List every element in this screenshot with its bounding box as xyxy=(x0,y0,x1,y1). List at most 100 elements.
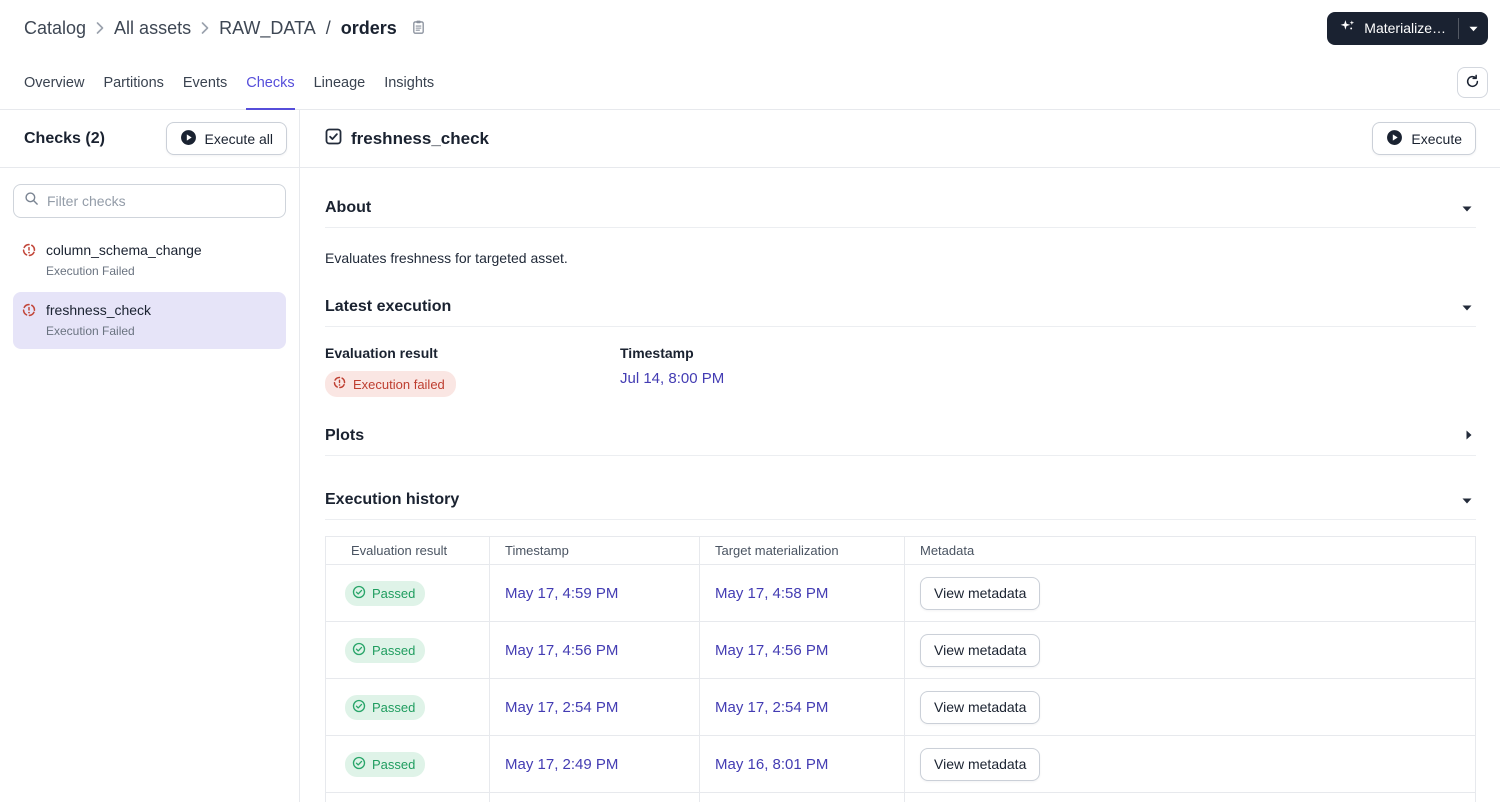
row-target-materialization-link[interactable]: May 17, 4:56 PM xyxy=(715,642,828,659)
sparkle-icon xyxy=(1339,18,1356,38)
about-title: About xyxy=(325,198,372,216)
check-name: column_schema_change xyxy=(46,242,202,258)
execute-all-label: Execute all xyxy=(204,130,273,147)
caret-down-icon xyxy=(1462,492,1472,507)
check-list-item-freshness-check[interactable]: freshness_check Execution Failed xyxy=(13,292,286,349)
execution-history-title: Execution history xyxy=(325,490,460,508)
row-timestamp-link[interactable]: May 17, 2:49 PM xyxy=(505,756,618,773)
execute-all-button[interactable]: Execute all xyxy=(165,122,287,155)
check-item-text: freshness_check Execution Failed xyxy=(46,302,151,338)
execution-failed-icon xyxy=(22,303,36,317)
view-metadata-button[interactable]: View metadata xyxy=(920,747,1041,781)
check-circle-icon xyxy=(352,642,366,659)
table-row: Passed May 17, 4:56 PM May 17, 4:56 PM V… xyxy=(325,621,1476,679)
breadcrumb-asset-group[interactable]: RAW_DATA xyxy=(219,18,316,39)
row-timestamp-link[interactable]: May 17, 4:59 PM xyxy=(505,585,618,602)
col-header-target-materialization: Target materialization xyxy=(699,536,905,565)
materialize-dropdown-button[interactable] xyxy=(1459,12,1488,45)
col-header-metadata: Metadata xyxy=(904,536,1476,565)
execution-failed-badge: Execution failed xyxy=(325,371,456,397)
filter-checks-field xyxy=(13,184,286,218)
execution-history-section-header: Execution history xyxy=(325,490,1476,520)
tab-overview[interactable]: Overview xyxy=(24,56,84,109)
copy-asset-name-button[interactable] xyxy=(411,19,426,38)
caret-down-icon xyxy=(1462,200,1472,215)
caret-right-icon xyxy=(1466,428,1472,443)
check-list: column_schema_change Execution Failed fr… xyxy=(0,228,299,356)
passed-badge-label: Passed xyxy=(372,585,416,601)
table-row: Passed May 17, 2:54 PM May 17, 2:54 PM V… xyxy=(325,678,1476,736)
passed-badge-label: Passed xyxy=(372,756,416,772)
view-metadata-button[interactable]: View metadata xyxy=(920,633,1041,667)
execution-failed-icon xyxy=(333,376,346,392)
evaluation-result-label: Evaluation result xyxy=(325,345,438,361)
row-target-materialization-link[interactable]: May 17, 4:58 PM xyxy=(715,585,828,602)
check-status: Execution Failed xyxy=(46,264,135,278)
materialize-button-label: Materialize… xyxy=(1364,20,1446,36)
passed-badge: Passed xyxy=(345,751,426,777)
evaluation-result-column: Evaluation result Execution failed xyxy=(325,345,620,397)
tab-partitions[interactable]: Partitions xyxy=(103,56,163,109)
plots-title: Plots xyxy=(325,426,365,444)
row-timestamp-link[interactable]: May 17, 4:56 PM xyxy=(505,642,618,659)
tab-checks[interactable]: Checks xyxy=(246,56,295,110)
about-collapse-button[interactable] xyxy=(1458,198,1476,217)
check-detail-header: freshness_check Execute xyxy=(300,110,1500,168)
row-timestamp-link[interactable]: May 17, 2:54 PM xyxy=(505,699,618,716)
table-header-row: Evaluation result Timestamp Target mater… xyxy=(325,536,1476,565)
latest-execution-section-header: Latest execution xyxy=(325,297,1476,327)
tab-lineage[interactable]: Lineage xyxy=(314,56,366,109)
check-title-row: freshness_check xyxy=(325,128,489,150)
table-row: Passed May 17, 2:49 PM May 16, 8:01 PM V… xyxy=(325,735,1476,793)
filter-wrap xyxy=(13,184,286,218)
execution-failed-icon xyxy=(22,243,36,257)
row-target-materialization-link[interactable]: May 17, 2:54 PM xyxy=(715,699,828,716)
col-header-evaluation-result: Evaluation result xyxy=(325,536,490,565)
latest-execution-timestamp-link[interactable]: Jul 14, 8:00 PM xyxy=(620,370,724,387)
breadcrumb-catalog[interactable]: Catalog xyxy=(24,18,86,39)
caret-down-icon xyxy=(1469,19,1478,37)
check-square-icon xyxy=(325,128,342,150)
passed-badge-label: Passed xyxy=(372,699,416,715)
view-metadata-button[interactable]: View metadata xyxy=(920,690,1041,724)
clipboard-icon xyxy=(411,19,426,38)
timestamp-column: Timestamp Jul 14, 8:00 PM xyxy=(620,345,724,397)
row-target-materialization-link[interactable]: May 16, 8:01 PM xyxy=(715,756,828,773)
view-metadata-button[interactable]: View metadata xyxy=(920,576,1041,610)
check-detail-title: freshness_check xyxy=(351,128,489,148)
breadcrumb: Catalog All assets RAW_DATA / orders xyxy=(24,18,426,39)
chevron-right-icon xyxy=(96,18,104,39)
breadcrumb-asset-name: orders xyxy=(340,17,397,38)
play-circle-icon xyxy=(180,129,197,149)
execute-button[interactable]: Execute xyxy=(1372,122,1476,155)
latest-execution-collapse-button[interactable] xyxy=(1458,297,1476,316)
filter-checks-input[interactable] xyxy=(47,193,275,209)
check-list-item-column-schema-change[interactable]: column_schema_change Execution Failed xyxy=(13,232,286,289)
materialize-button[interactable]: Materialize… xyxy=(1327,12,1458,45)
play-circle-icon xyxy=(1386,129,1403,149)
table-row: Passed May 17, 4:59 PM May 17, 4:58 PM V… xyxy=(325,564,1476,622)
check-circle-icon xyxy=(352,756,366,773)
breadcrumb-separator: / xyxy=(325,17,331,38)
refresh-icon xyxy=(1465,74,1480,92)
execution-history-table: Evaluation result Timestamp Target mater… xyxy=(325,536,1476,802)
plots-expand-button[interactable] xyxy=(1462,426,1476,445)
check-circle-icon xyxy=(352,699,366,716)
sidebar-header: Checks (2) Execute all xyxy=(0,110,299,168)
check-item-text: column_schema_change Execution Failed xyxy=(46,242,202,278)
latest-execution-info-row: Evaluation result Execution failed Times… xyxy=(325,345,1476,397)
about-description: Evaluates freshness for targeted asset. xyxy=(325,250,568,266)
check-status: Execution Failed xyxy=(46,324,135,338)
breadcrumb-all-assets[interactable]: All assets xyxy=(114,18,191,39)
chevron-right-icon xyxy=(201,18,209,39)
latest-execution-title: Latest execution xyxy=(325,297,452,315)
execution-history-collapse-button[interactable] xyxy=(1458,490,1476,509)
tab-events[interactable]: Events xyxy=(183,56,227,109)
refresh-button[interactable] xyxy=(1457,67,1488,98)
check-name: freshness_check xyxy=(46,302,152,318)
checks-count-title: Checks (2) xyxy=(24,129,105,147)
timestamp-label: Timestamp xyxy=(620,345,694,361)
about-section-header: About xyxy=(325,198,1476,228)
tab-insights[interactable]: Insights xyxy=(384,56,434,109)
content-layout: Checks (2) Execute all column_schema_cha… xyxy=(0,110,1500,802)
